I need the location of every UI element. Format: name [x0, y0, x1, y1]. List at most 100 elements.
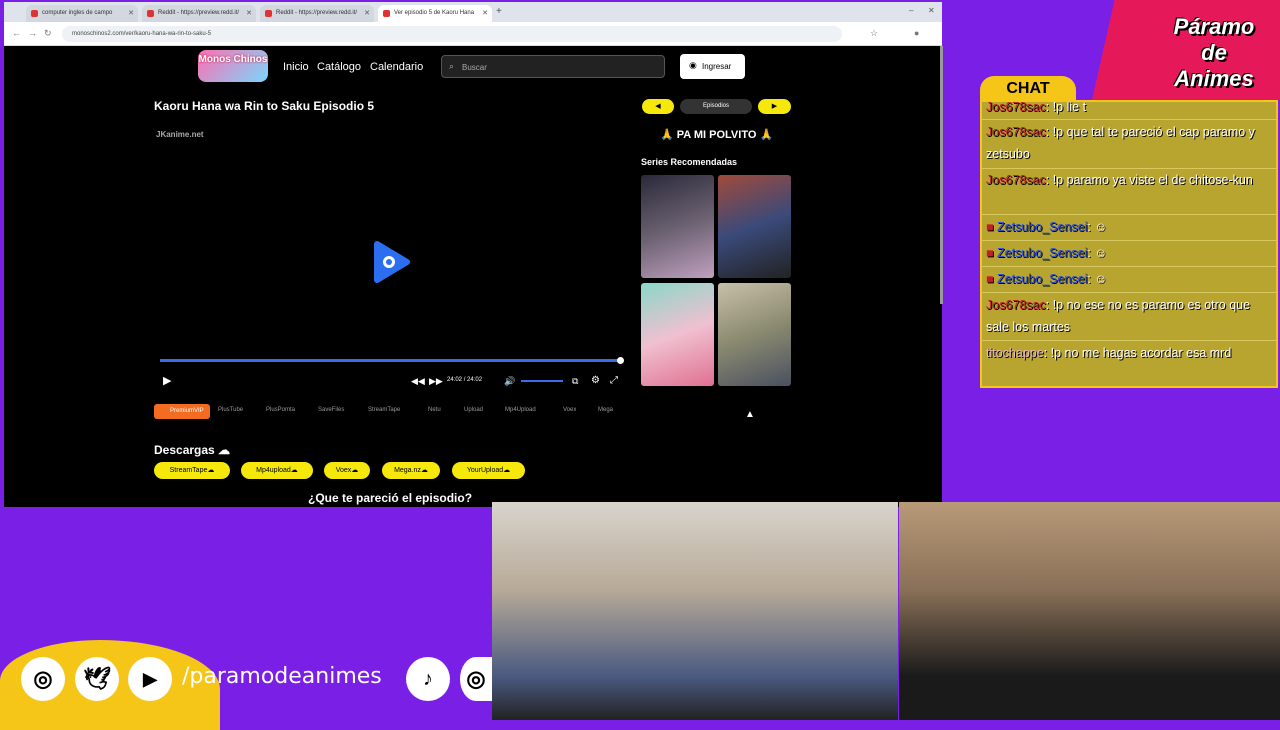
browser-tab[interactable]: Reddit - https://preview.redd.it/ ✕ [260, 5, 374, 22]
reload-icon[interactable]: ↻ [44, 28, 52, 39]
server-tab[interactable]: Upload [464, 407, 483, 413]
download-button[interactable]: YourUpload☁ [452, 462, 525, 479]
browser-tab[interactable]: computer ingles de campo ✕ [26, 5, 138, 22]
webcam-feed [492, 502, 898, 720]
login-button[interactable]: ◉ Ingresar [680, 54, 745, 79]
nav-catalogo[interactable]: Catálogo [317, 61, 361, 73]
chat-message: Jos678sac: !p no ese no es paramo es otr… [986, 294, 1276, 338]
user-badge-icon: ■ [986, 272, 998, 286]
progress-bar[interactable] [160, 359, 620, 362]
download-button[interactable]: Mp4upload☁ [241, 462, 313, 479]
close-icon[interactable]: ✕ [482, 9, 488, 17]
recommended-poster[interactable] [718, 175, 791, 278]
server-tab[interactable]: Mega [598, 407, 613, 413]
bookmark-star-icon[interactable]: ☆ [870, 28, 878, 39]
server-tab[interactable]: Mp4Upload [505, 407, 536, 413]
minimize-icon[interactable]: – [909, 6, 913, 15]
chat-message: ■ Zetsubo_Sensei: ☺ [986, 216, 1276, 238]
profile-icon[interactable]: ● [914, 28, 919, 38]
prev-episode-button[interactable]: ◀ [642, 99, 674, 114]
download-button[interactable]: Voex☁ [324, 462, 370, 479]
close-icon[interactable]: ✕ [128, 9, 134, 17]
pip-icon[interactable]: ⧉ [572, 376, 578, 387]
volume-slider[interactable] [521, 380, 563, 382]
play-button-icon[interactable]: ▶ [163, 374, 171, 387]
next-episode-button[interactable]: ▶ [758, 99, 791, 114]
recommended-poster[interactable] [641, 283, 714, 386]
tab-label: Ver episodio 5 de Kaoru Hana [394, 10, 475, 16]
new-tab-icon[interactable]: + [496, 6, 502, 17]
chat-username: Zetsubo_Sensei [997, 272, 1088, 286]
player-watermark: JKanime.net [156, 130, 204, 139]
chat-username: Jos678sac [986, 125, 1046, 139]
opinion-title: ¿Que te pareció el episodio? [308, 491, 473, 505]
rewind-icon[interactable]: ◀◀ [411, 376, 425, 387]
search-input[interactable]: ⌕ Buscar [441, 55, 665, 78]
tab-label: Reddit - https://preview.redd.it/ [158, 10, 240, 16]
close-icon[interactable]: ✕ [246, 9, 252, 17]
chat-text: : [1087, 272, 1091, 286]
browser-tab-active[interactable]: Ver episodio 5 de Kaoru Hana ✕ [378, 5, 492, 22]
scrollbar[interactable] [940, 46, 943, 304]
close-icon[interactable]: ✕ [364, 9, 370, 17]
chat-username: Jos678sac [986, 100, 1046, 114]
brand-line: Animes [1174, 66, 1254, 91]
forward-icon[interactable]: → [28, 28, 37, 38]
time-total: 24:02 [467, 377, 483, 383]
donation-banner[interactable]: 🙏 PA MI POLVITO 🙏 [660, 128, 773, 141]
chat-username: Jos678sac [986, 173, 1046, 187]
fullscreen-icon[interactable]: ⤢ [610, 375, 618, 386]
back-icon[interactable]: ← [12, 28, 21, 38]
download-button[interactable]: StreamTape☁ [154, 462, 230, 479]
webcam-feed [899, 502, 1280, 720]
recommended-poster[interactable] [718, 283, 791, 386]
chat-username: Jos678sac [986, 298, 1046, 312]
chat-username: titochappe [986, 346, 1044, 360]
chat-header: CHAT [980, 76, 1076, 102]
server-tab[interactable]: SaveFiles [318, 407, 344, 413]
tab-favicon-icon [383, 10, 390, 17]
server-tab[interactable]: Netu [428, 407, 441, 413]
chat-divider [982, 340, 1276, 341]
settings-gear-icon[interactable]: ⚙ [591, 375, 600, 386]
search-placeholder: Buscar [462, 63, 487, 72]
chat-text: : !p lie t [1045, 100, 1087, 114]
volume-icon[interactable]: 🔊 [504, 376, 515, 387]
episodes-button[interactable]: Episodios [680, 99, 752, 114]
recommended-poster[interactable] [641, 175, 714, 278]
tab-label: computer ingles de campo [42, 10, 113, 16]
time-separator: / [463, 377, 466, 383]
chat-divider [982, 292, 1276, 293]
user-badge-icon: ■ [986, 220, 998, 234]
emote-icon: ☺ [1094, 220, 1108, 234]
url-field[interactable]: monoschinos2.com/ver/kaoru-hana-wa-rin-t… [62, 26, 842, 42]
play-icon[interactable] [373, 240, 411, 284]
search-icon: ⌕ [449, 61, 455, 71]
server-tab[interactable]: Voex [563, 407, 576, 413]
chat-box: Jos678sac: !p lie t Jos678sac: !p que ta… [980, 100, 1278, 388]
instagram-icon: ◎ [21, 657, 65, 701]
tab-label: Reddit - https://preview.redd.it/ [276, 10, 358, 16]
fast-forward-icon[interactable]: ▶▶ [429, 376, 443, 387]
browser-tab[interactable]: Reddit - https://preview.redd.it/ ✕ [142, 5, 256, 22]
chat-divider [982, 214, 1276, 215]
tab-bar: computer ingles de campo ✕ Reddit - https… [4, 2, 942, 22]
nav-inicio[interactable]: Inicio [283, 61, 309, 73]
time-current: 24:02 [447, 377, 463, 383]
server-tab-active[interactable]: PremiumVIP [154, 404, 210, 419]
close-window-icon[interactable]: ✕ [928, 6, 935, 15]
address-bar: ← → ↻ monoschinos2.com/ver/kaoru-hana-wa… [4, 22, 942, 46]
user-badge-icon: ■ [986, 246, 998, 260]
social-handle: /paramodeanimes [182, 664, 382, 689]
site-logo[interactable]: Monos Chinos [198, 50, 268, 82]
nav-calendario[interactable]: Calendario [370, 61, 423, 73]
mouse-cursor-icon: ▲ [745, 409, 755, 420]
episode-title: Kaoru Hana wa Rin to Saku Episodio 5 [154, 99, 375, 113]
download-button[interactable]: Mega.nz☁ [382, 462, 440, 479]
server-tab[interactable]: PlusPomta [266, 407, 295, 413]
login-label: Ingresar [702, 62, 732, 71]
downloads-title: Descargas ☁ [154, 443, 231, 457]
server-tab[interactable]: PlusTube [218, 407, 243, 413]
progress-handle[interactable] [617, 357, 624, 364]
server-tab[interactable]: StreamTape [368, 407, 400, 413]
